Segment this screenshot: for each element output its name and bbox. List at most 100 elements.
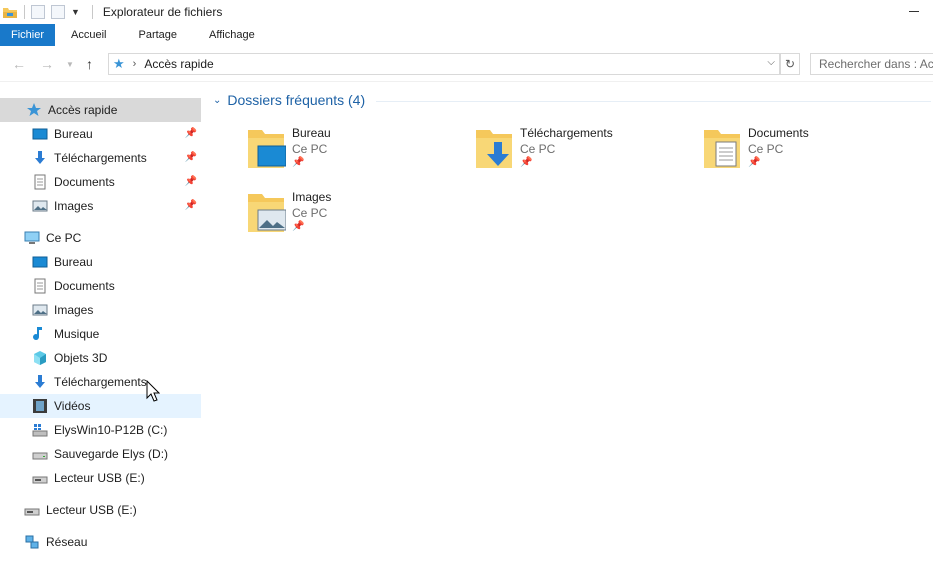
sidebar-item-telechargements-quick[interactable]: Téléchargements 📌: [0, 146, 201, 170]
group-title: Dossiers fréquents (4): [227, 92, 366, 108]
sidebar-item-label: Sauvegarde Elys (D:): [54, 447, 169, 461]
sidebar-item-label: Téléchargements: [54, 151, 147, 165]
refresh-button[interactable]: ↻: [780, 53, 800, 75]
sidebar-item-usb-root[interactable]: Lecteur USB (E:): [0, 498, 201, 522]
tab-partage[interactable]: Partage: [122, 24, 193, 46]
address-dropdown-icon[interactable]: ⌵: [767, 57, 775, 68]
sidebar-item-images[interactable]: Images: [0, 298, 201, 322]
network-icon: [24, 534, 40, 550]
sidebar-item-documents-quick[interactable]: Documents 📌: [0, 170, 201, 194]
sidebar-item-label: Réseau: [46, 535, 88, 549]
desktop-folder-icon: [246, 126, 287, 170]
sidebar-item-reseau[interactable]: Réseau: [0, 530, 201, 554]
address-path[interactable]: Accès rapide: [144, 57, 213, 71]
chevron-right-icon[interactable]: ›: [133, 58, 137, 70]
minimize-button[interactable]: [909, 11, 919, 12]
pin-icon: 📌: [292, 157, 305, 168]
pin-icon: 📌: [748, 157, 761, 168]
document-icon: [32, 278, 48, 294]
folder-location: Ce PC: [748, 142, 784, 156]
tab-fichier[interactable]: Fichier: [0, 24, 56, 46]
sidebar-item-drive-c[interactable]: ElysWin10-P12B (C:): [0, 418, 201, 442]
sidebar-item-label: Bureau: [54, 127, 93, 141]
sidebar-item-ce-pc[interactable]: Ce PC: [0, 226, 201, 250]
pin-icon: 📌: [520, 157, 533, 168]
cube-icon: [32, 350, 48, 366]
desktop-icon: [32, 254, 48, 270]
sidebar-item-musique[interactable]: Musique: [0, 322, 201, 346]
sidebar-item-label: Musique: [54, 327, 100, 341]
usb-drive-icon: [24, 502, 40, 518]
pin-icon[interactable]: 📌: [185, 200, 197, 211]
documents-folder-icon: [702, 126, 742, 170]
folder-name: Images: [292, 190, 332, 204]
sidebar-item-label: Images: [54, 199, 94, 213]
sidebar-item-images-quick[interactable]: Images 📌: [0, 194, 201, 218]
folder-tile-bureau[interactable]: Bureau Ce PC 📌: [246, 126, 466, 186]
sidebar-item-label: Bureau: [54, 255, 93, 269]
sidebar-item-videos[interactable]: Vidéos: [0, 394, 201, 418]
sidebar-item-bureau-quick[interactable]: Bureau 📌: [0, 122, 201, 146]
sidebar-item-label: Lecteur USB (E:): [54, 471, 145, 485]
folder-tile-images[interactable]: Images Ce PC 📌: [246, 190, 466, 250]
tab-affichage[interactable]: Affichage: [193, 24, 271, 46]
separator: [91, 5, 93, 19]
pin-icon[interactable]: 📌: [185, 176, 197, 187]
download-arrow-icon: [32, 374, 48, 390]
star-icon: [26, 102, 42, 118]
sidebar-item-label: Accès rapide: [48, 103, 118, 117]
usb-drive-icon: [32, 470, 48, 486]
folder-tile-documents[interactable]: Documents Ce PC 📌: [702, 126, 922, 186]
picture-icon: [32, 302, 48, 318]
search-input[interactable]: Rechercher dans : Accès rapide: [810, 53, 933, 75]
sidebar-item-bureau[interactable]: Bureau: [0, 250, 201, 274]
folder-location: Ce PC: [292, 206, 328, 220]
chevron-down-icon[interactable]: ⌄: [213, 95, 221, 106]
music-note-icon: [32, 326, 48, 342]
pin-icon[interactable]: 📌: [185, 152, 197, 163]
folder-tile-telechargements[interactable]: Téléchargements Ce PC 📌: [474, 126, 694, 186]
sidebar-item-telechargements[interactable]: Téléchargements: [0, 370, 201, 394]
pin-icon[interactable]: 📌: [185, 128, 197, 139]
sidebar-item-label: Lecteur USB (E:): [46, 503, 137, 517]
properties-quick-button[interactable]: [31, 5, 45, 19]
navigation-pane: Accès rapide Bureau 📌 Téléchargements 📌 …: [0, 82, 201, 569]
folder-location: Ce PC: [292, 142, 328, 156]
document-icon: [32, 174, 48, 190]
sidebar-item-label: ElysWin10-P12B (C:): [54, 423, 168, 437]
folder-location: Ce PC: [520, 142, 556, 156]
computer-icon: [24, 230, 40, 246]
group-header[interactable]: ⌄ Dossiers fréquents (4): [213, 92, 365, 108]
download-arrow-icon: [32, 150, 48, 166]
sidebar-item-documents[interactable]: Documents: [0, 274, 201, 298]
film-icon: [32, 398, 48, 414]
sidebar-item-drive-e[interactable]: Lecteur USB (E:): [0, 466, 201, 490]
forward-arrow-icon[interactable]: →: [40, 56, 54, 72]
star-icon: ★: [113, 56, 125, 71]
sidebar-item-label: Vidéos: [54, 399, 91, 413]
ribbon-tabs: Fichier Accueil Partage Affichage: [0, 24, 933, 46]
up-arrow-icon[interactable]: ↑: [86, 56, 93, 72]
sidebar-item-objets-3d[interactable]: Objets 3D: [0, 346, 201, 370]
new-folder-quick-button[interactable]: [51, 5, 65, 19]
pictures-folder-icon: [246, 190, 287, 234]
window-title: Explorateur de fichiers: [102, 5, 223, 19]
navigation-bar: ← → ▼ ↑ ★ › Accès rapide ⌵ ↻ Rechercher …: [0, 46, 933, 82]
sidebar-item-drive-d[interactable]: Sauvegarde Elys (D:): [0, 442, 201, 466]
folder-app-icon: [2, 4, 18, 20]
downloads-folder-icon: [474, 126, 514, 170]
recent-locations-chevron-icon[interactable]: ▼: [66, 60, 74, 69]
sidebar-item-acces-rapide[interactable]: Accès rapide: [0, 98, 201, 122]
customize-toolbar-dropdown[interactable]: ▼: [71, 7, 80, 17]
sidebar-item-label: Téléchargements: [54, 375, 147, 389]
folder-name: Téléchargements: [520, 126, 613, 140]
separator: [24, 5, 25, 19]
folder-name: Bureau: [292, 126, 331, 140]
sidebar-item-label: Ce PC: [46, 231, 82, 245]
sidebar-item-label: Objets 3D: [54, 351, 108, 365]
picture-icon: [32, 198, 48, 214]
tab-accueil[interactable]: Accueil: [55, 24, 122, 46]
address-bar[interactable]: ★ › Accès rapide ⌵: [108, 53, 780, 75]
mouse-cursor-icon: [146, 380, 160, 402]
back-arrow-icon[interactable]: ←: [12, 56, 26, 72]
